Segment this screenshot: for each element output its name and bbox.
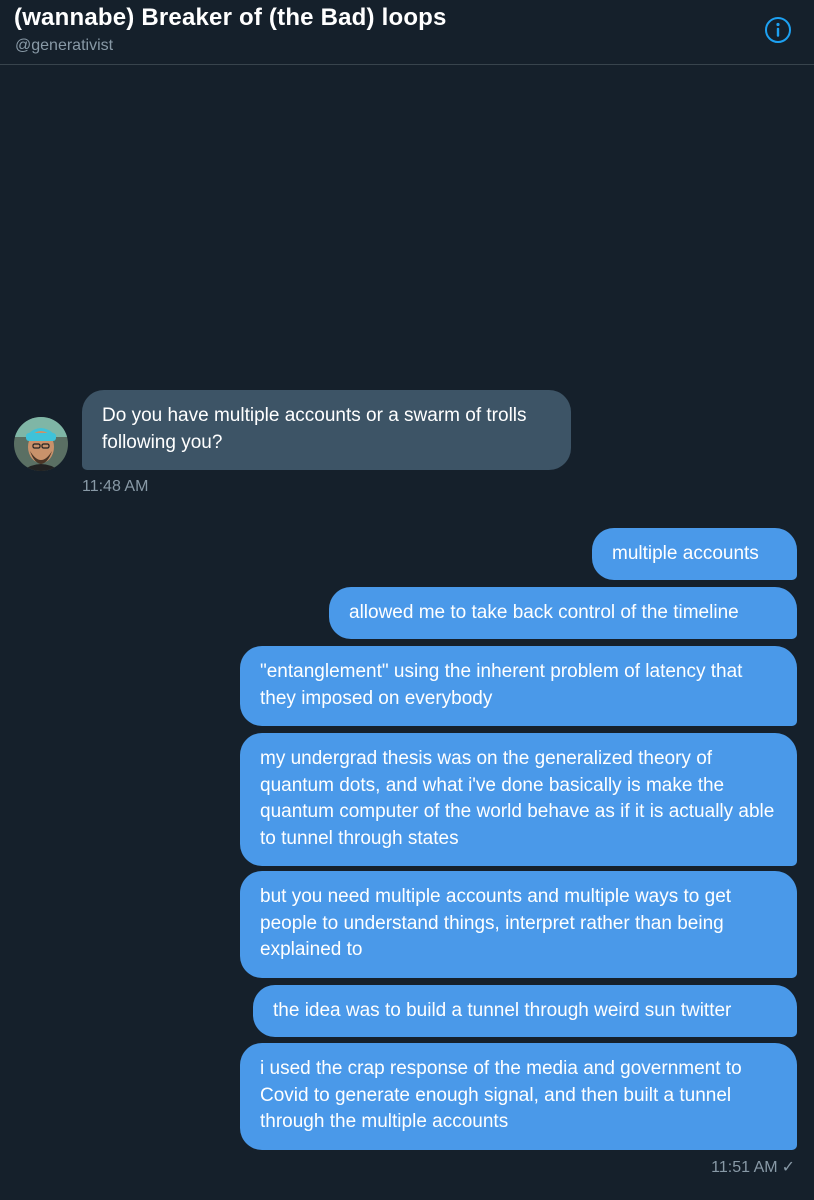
checkmark-icon: ✓ (781, 1159, 795, 1176)
outgoing-message-bubble[interactable]: multiple accounts (592, 528, 797, 580)
outgoing-message-bubble[interactable]: "entanglement" using the inherent proble… (240, 646, 797, 726)
outgoing-time-label: 11:51 AM (711, 1159, 778, 1176)
incoming-timestamp: 11:48 AM (82, 478, 149, 495)
conversation-handle[interactable]: @generativist (15, 37, 113, 55)
outgoing-message-bubble[interactable]: but you need multiple accounts and multi… (240, 871, 797, 978)
avatar[interactable] (14, 417, 68, 471)
outgoing-message-bubble[interactable]: the idea was to build a tunnel through w… (253, 985, 797, 1037)
outgoing-message-bubble[interactable]: my undergrad thesis was on the generaliz… (240, 733, 797, 866)
conversation-header: (wannabe) Breaker of (the Bad) loops @ge… (0, 0, 814, 65)
conversation-title: (wannabe) Breaker of (the Bad) loops (14, 4, 447, 31)
incoming-message-bubble[interactable]: Do you have multiple accounts or a swarm… (82, 390, 571, 470)
outgoing-timestamp: 11:51 AM ✓ (711, 1157, 795, 1177)
outgoing-message-bubble[interactable]: allowed me to take back control of the t… (329, 587, 797, 639)
info-icon[interactable] (764, 16, 792, 44)
outgoing-message-bubble[interactable]: i used the crap response of the media an… (240, 1043, 797, 1150)
